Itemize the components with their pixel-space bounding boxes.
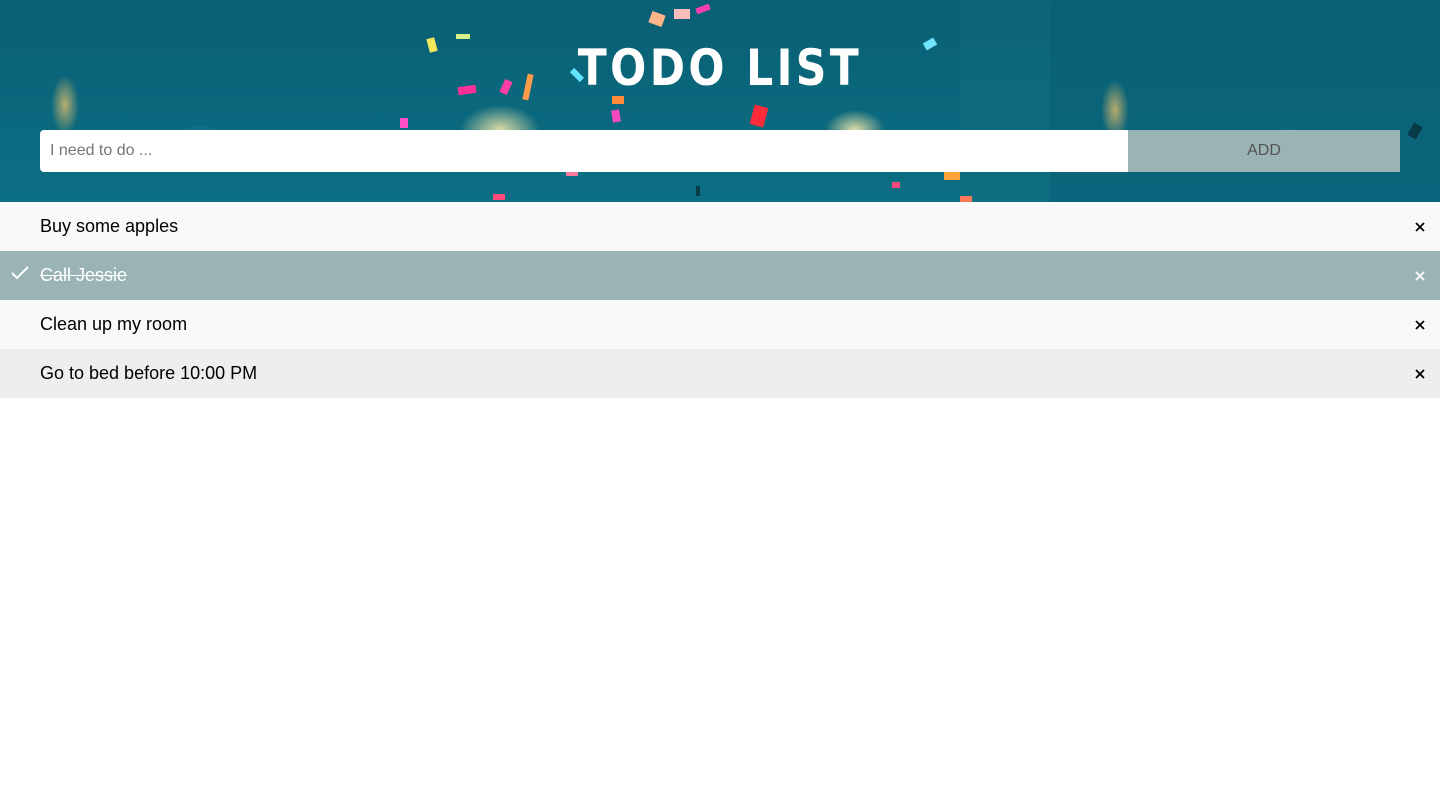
todo-item[interactable]: Go to bed before 10:00 PM: [0, 349, 1440, 398]
page-title: TODO LIST: [577, 39, 863, 97]
add-todo-form: ADD: [40, 130, 1400, 172]
todo-item[interactable]: Buy some apples: [0, 202, 1440, 251]
todo-input[interactable]: [40, 130, 1128, 172]
todo-item-text: Clean up my room: [40, 314, 188, 334]
close-icon[interactable]: [1412, 219, 1428, 235]
todo-item-text: Go to bed before 10:00 PM: [40, 363, 258, 383]
close-icon[interactable]: [1412, 317, 1428, 333]
todo-list: Buy some apples Call Jessie Clean up my …: [0, 202, 1440, 398]
close-icon[interactable]: [1412, 268, 1428, 284]
todo-item[interactable]: Call Jessie: [0, 251, 1440, 300]
todo-item-text: Buy some apples: [40, 216, 179, 236]
header: TODO LIST ADD: [0, 0, 1440, 202]
todo-item-text: Call Jessie: [40, 265, 128, 285]
add-button[interactable]: ADD: [1128, 130, 1400, 172]
check-icon: [11, 266, 29, 280]
todo-item[interactable]: Clean up my room: [0, 300, 1440, 349]
close-icon[interactable]: [1412, 366, 1428, 382]
